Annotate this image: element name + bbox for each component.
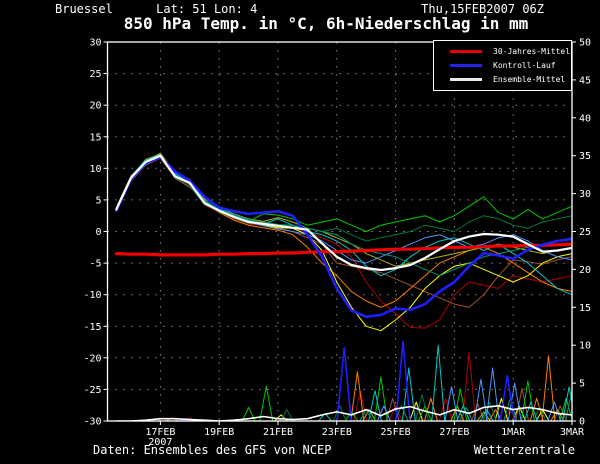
svg-text:5: 5 [579, 379, 585, 390]
svg-text:27FEB: 27FEB [439, 427, 469, 438]
svg-text:50: 50 [579, 38, 591, 49]
svg-text:-25: -25 [83, 385, 101, 396]
svg-text:-15: -15 [83, 322, 101, 333]
ensmean-line-swatch [450, 78, 482, 82]
svg-text:5: 5 [95, 195, 101, 206]
svg-text:0: 0 [95, 227, 101, 238]
svg-text:15: 15 [89, 132, 101, 143]
legend-label: 30-Jahres-Mittel [493, 46, 571, 56]
svg-text:20: 20 [89, 101, 101, 112]
gridlines [107, 42, 572, 421]
svg-text:-20: -20 [83, 353, 101, 364]
svg-text:30: 30 [89, 38, 101, 49]
svg-text:25FEB: 25FEB [381, 427, 411, 438]
svg-text:40: 40 [579, 113, 591, 124]
svg-text:-10: -10 [83, 290, 101, 301]
legend-label: Ensemble-Mittel [493, 75, 566, 85]
svg-text:25: 25 [89, 69, 101, 80]
svg-text:15: 15 [579, 303, 591, 314]
legend-item-mean30y: 30-Jahres-Mittel [434, 45, 571, 58]
legend-item-control: Kontroll-Lauf [434, 59, 571, 72]
svg-text:21FEB: 21FEB [263, 427, 293, 438]
control-line-swatch [450, 63, 482, 67]
svg-text:25: 25 [579, 227, 591, 238]
temp-axis-labels: 30 25 20 15 10 5 0 -5 -10 -15 -20 -25 -30 [83, 38, 101, 428]
svg-text:19FEB: 19FEB [204, 427, 234, 438]
svg-text:1MAR: 1MAR [501, 427, 526, 438]
mean30y-line-swatch [450, 49, 482, 53]
brand-name: Wetterzentrale [473, 443, 575, 457]
data-source-note: Daten: Ensembles des GFS von NCEP [93, 443, 332, 457]
svg-text:3MAR: 3MAR [560, 427, 585, 438]
svg-text:-30: -30 [83, 417, 101, 428]
legend-box: 30-Jahres-Mittel Kontroll-Lauf Ensemble-… [433, 40, 572, 91]
svg-text:30: 30 [579, 189, 591, 200]
svg-text:10: 10 [89, 164, 101, 175]
precip-axis-labels: 50454035302520151050 [579, 38, 591, 428]
svg-text:-5: -5 [89, 259, 101, 270]
svg-text:45: 45 [579, 75, 591, 86]
svg-text:23FEB: 23FEB [322, 427, 352, 438]
svg-text:20: 20 [579, 265, 591, 276]
legend-label: Kontroll-Lauf [493, 60, 556, 70]
svg-text:0: 0 [579, 417, 585, 428]
svg-text:35: 35 [579, 151, 591, 162]
legend-item-ensmean: Ensemble-Mittel [434, 73, 571, 86]
meteogram-panel: Bruessel Lat: 51 Lon: 4 Thu,15FEB2007 06… [0, 0, 600, 464]
svg-text:10: 10 [579, 341, 591, 352]
ensemble-mean-precip-line [115, 404, 572, 421]
